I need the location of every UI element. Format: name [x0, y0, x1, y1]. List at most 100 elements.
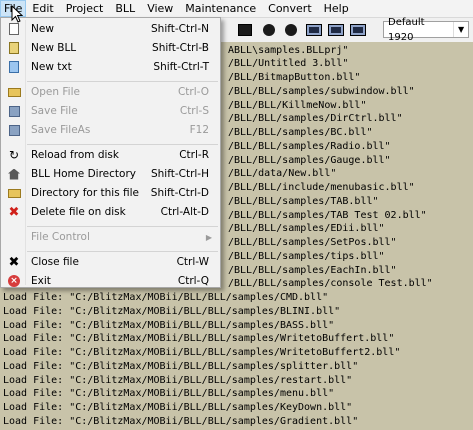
- console-line: /BLL/BLL/samples/subwindow.bll": [228, 85, 415, 97]
- console-line: /BLL/BLL/samples/console Test.bll": [228, 278, 433, 290]
- console-line: Load File: "C:/BlitzMax/MOBii/BLL/BLL/sa…: [3, 333, 395, 345]
- console-line: Load File: "C:/BlitzMax/MOBii/BLL/BLL/sa…: [3, 374, 353, 386]
- folder-icon: [7, 188, 21, 198]
- menu-help[interactable]: Help: [318, 0, 355, 17]
- menu-item-label: BLL Home Directory: [31, 168, 136, 180]
- console-line: Load File: "C:/BlitzMax/MOBii/BLL/BLL/sa…: [3, 402, 353, 413]
- menu-item-label: New BLL: [31, 42, 77, 54]
- console-line: Load File: "C:/BlitzMax/MOBii/BLL/BLL/sa…: [3, 319, 335, 331]
- chevron-down-icon: ▼: [453, 22, 468, 37]
- menu-item-label: Save File: [31, 105, 78, 117]
- console-line: /BLL/BLL/include/menubasic.bll": [228, 182, 415, 193]
- delete-icon: ✖: [8, 204, 20, 220]
- monitor-icon: [350, 24, 366, 36]
- menu-item-shortcut: Ctrl-Alt-D: [160, 206, 209, 218]
- menu-item-label: Exit: [31, 275, 51, 287]
- menu-item-shortcut: Shift-Ctrl-B: [152, 42, 209, 54]
- console-line: Load File: "C:/BlitzMax/MOBii/BLL/BLL/sa…: [3, 415, 359, 427]
- menu-project[interactable]: Project: [60, 0, 110, 17]
- menu-view[interactable]: View: [141, 0, 179, 17]
- open-folder-icon: [7, 87, 21, 97]
- submenu-arrow-icon: ▶: [205, 232, 212, 242]
- menu-item-shortcut: Ctrl-O: [177, 86, 209, 98]
- menu-item-bll-home-directory[interactable]: BLL Home Directory Shift-Ctrl-H: [3, 164, 218, 184]
- menu-item-shortcut: Ctrl-W: [176, 256, 209, 268]
- menu-bll[interactable]: BLL: [109, 0, 141, 17]
- console-line: /BLL/BLL/samples/Radio.bll": [228, 140, 391, 152]
- menu-edit[interactable]: Edit: [26, 0, 59, 17]
- console-line: Load File: "C:/BlitzMax/MOBii/BLL/BLL/sa…: [3, 292, 329, 303]
- menu-item-save-file[interactable]: Save File Ctrl-S: [3, 101, 218, 121]
- menu-item-label: Close file: [31, 256, 79, 268]
- file-dropdown-menu: New Shift-Ctrl-N New BLL Shift-Ctrl-B Ne…: [0, 17, 221, 288]
- console-line: Load File: "C:/BlitzMax/MOBii/BLL/BLL/sa…: [3, 360, 359, 372]
- menu-item-label: New txt: [31, 61, 72, 73]
- mouse-pointer-icon: [11, 5, 23, 23]
- console-line: Load File: "C:/BlitzMax/MOBii/BLL/BLL/sa…: [3, 388, 335, 400]
- monitor-button-3[interactable]: [349, 21, 367, 39]
- menu-item-label: File Control: [31, 231, 90, 243]
- reload-icon: ↻: [8, 148, 20, 162]
- stop-icon: [238, 24, 252, 36]
- console-line: Load File: "C:/BlitzMax/MOBii/BLL/BLL/sa…: [3, 347, 401, 358]
- console-line: Load File: "C:/BlitzMax/MOBii/BLL/BLL/sa…: [3, 305, 341, 317]
- monitor-button-1[interactable]: [305, 21, 323, 39]
- menu-item-directory-for-this-file[interactable]: Directory for this file Shift-Ctrl-D: [3, 183, 218, 203]
- monitor-icon: [306, 24, 322, 36]
- home-icon: [8, 168, 20, 180]
- menu-item-label: New: [31, 23, 54, 35]
- save-icon: [8, 105, 20, 117]
- menu-item-shortcut: Ctrl-Q: [177, 275, 209, 287]
- monitor-button-2[interactable]: [327, 21, 345, 39]
- menu-item-shortcut: Shift-Ctrl-H: [150, 168, 209, 180]
- menu-item-shortcut: Shift-Ctrl-T: [153, 61, 209, 73]
- menu-item-close-file[interactable]: ✖ Close file Ctrl-W: [3, 252, 218, 272]
- console-line: /BLL/BitmapButton.bll": [228, 72, 361, 83]
- menu-item-delete-file-on-disk[interactable]: ✖ Delete file on disk Ctrl-Alt-D: [3, 202, 218, 222]
- menu-item-shortcut: Shift-Ctrl-N: [151, 23, 209, 35]
- menu-convert[interactable]: Convert: [262, 0, 318, 17]
- menu-item-new-txt[interactable]: New txt Shift-Ctrl-T: [3, 57, 218, 77]
- menu-item-exit[interactable]: × Exit Ctrl-Q: [3, 271, 218, 291]
- console-line: /BLL/BLL/KillmeNow.bll": [228, 99, 367, 111]
- stop-button[interactable]: [236, 21, 254, 39]
- close-icon: ✖: [8, 254, 20, 270]
- menu-item-label: Delete file on disk: [31, 206, 126, 218]
- save-as-icon: [8, 124, 20, 136]
- console-line: /BLL/BLL/samples/TAB Test 02.bll": [228, 209, 427, 221]
- console-line: /BLL/BLL/samples/tips.bll": [228, 250, 385, 262]
- build-target-select[interactable]: Default 1920 ▼: [383, 17, 469, 43]
- menu-item-shortcut: F12: [189, 124, 209, 136]
- build-target-value: Default 1920: [388, 16, 425, 43]
- menu-item-file-control[interactable]: File Control ▶: [3, 227, 218, 247]
- console-line: /BLL/BLL/samples/BC.bll": [228, 127, 373, 138]
- menu-item-open-file[interactable]: Open File Ctrl-O: [3, 82, 218, 102]
- console-line: /BLL/data/New.bll": [228, 168, 337, 180]
- console-line: /BLL/Untitled 3.bll": [228, 58, 349, 70]
- run-icon: [285, 24, 297, 36]
- new-bll-icon: [9, 42, 19, 54]
- menu-item-label: Open File: [31, 86, 80, 98]
- menu-item-shortcut: Shift-Ctrl-D: [150, 187, 209, 199]
- console-line: /BLL/BLL/samples/Gauge.bll": [228, 154, 391, 166]
- console-line: /BLL/BLL/samples/SetPos.bll": [228, 237, 397, 248]
- exit-icon: ×: [8, 275, 20, 287]
- record-button[interactable]: [260, 21, 278, 39]
- menu-item-label: Reload from disk: [31, 149, 119, 161]
- menu-item-reload-from-disk[interactable]: ↻ Reload from disk Ctrl-R: [3, 145, 218, 165]
- console-line: /BLL/BLL/samples/DirCtrl.bll": [228, 113, 403, 125]
- menu-item-new[interactable]: New Shift-Ctrl-N: [3, 19, 218, 39]
- console-line: /BLL/BLL/samples/TAB.bll": [228, 195, 379, 207]
- menu-item-label: Directory for this file: [31, 187, 139, 199]
- menu-maintenance[interactable]: Maintenance: [179, 0, 262, 17]
- menu-item-shortcut: Ctrl-R: [179, 149, 209, 161]
- console-line: /BLL/BLL/samples/EDii.bll": [228, 223, 385, 235]
- console-line: ABLL\samples.BLLprj": [228, 44, 349, 56]
- console-line: /BLL/BLL/samples/EachIn.bll": [228, 264, 397, 276]
- record-icon: [263, 24, 275, 36]
- menu-item-save-file-as[interactable]: Save FileAs F12: [3, 120, 218, 140]
- run-button[interactable]: [282, 21, 300, 39]
- menu-item-new-bll[interactable]: New BLL Shift-Ctrl-B: [3, 38, 218, 58]
- new-file-icon: [9, 23, 19, 35]
- new-txt-icon: [9, 61, 19, 73]
